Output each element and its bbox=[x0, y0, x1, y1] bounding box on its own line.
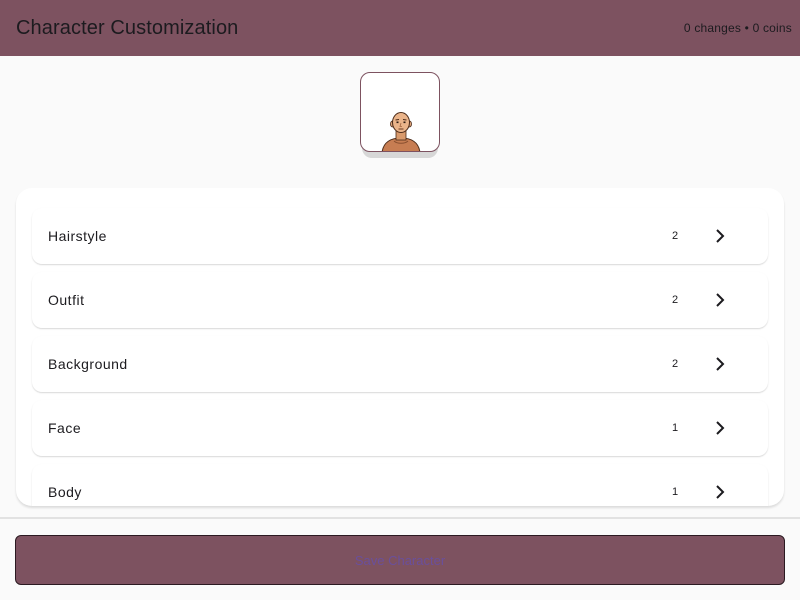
app-bar: Character Customization 0 changes • 0 co… bbox=[0, 0, 800, 56]
category-label: Background bbox=[48, 356, 128, 372]
category-list: Hairstyle 2 Outfit 2 Background 2 Face 1… bbox=[16, 188, 784, 506]
category-count: 2 bbox=[672, 358, 679, 370]
character-avatar-icon bbox=[381, 112, 421, 151]
category-count: 2 bbox=[672, 230, 679, 242]
page-title: Character Customization bbox=[16, 16, 239, 39]
category-label: Body bbox=[48, 484, 82, 500]
category-count: 2 bbox=[672, 294, 679, 306]
category-label: Hairstyle bbox=[48, 228, 107, 244]
chevron-right-icon bbox=[716, 229, 725, 243]
chevron-right-icon bbox=[716, 485, 725, 499]
category-count: 1 bbox=[672, 486, 679, 498]
footer-divider bbox=[0, 517, 800, 519]
category-row-body[interactable]: Body 1 bbox=[32, 464, 768, 506]
category-row-background[interactable]: Background 2 bbox=[32, 336, 768, 392]
save-character-button[interactable]: Save Character bbox=[15, 535, 785, 585]
chevron-right-icon bbox=[716, 357, 725, 371]
character-preview-frame bbox=[360, 72, 440, 152]
category-count: 1 bbox=[672, 422, 679, 434]
character-preview bbox=[360, 72, 440, 158]
chevron-right-icon bbox=[716, 421, 725, 435]
category-label: Outfit bbox=[48, 292, 85, 308]
category-row-hairstyle[interactable]: Hairstyle 2 bbox=[32, 208, 768, 264]
category-row-face[interactable]: Face 1 bbox=[32, 400, 768, 456]
category-label: Face bbox=[48, 420, 82, 436]
chevron-right-icon bbox=[716, 293, 725, 307]
category-row-outfit[interactable]: Outfit 2 bbox=[32, 272, 768, 328]
changes-coins-status: 0 changes • 0 coins bbox=[683, 21, 792, 35]
